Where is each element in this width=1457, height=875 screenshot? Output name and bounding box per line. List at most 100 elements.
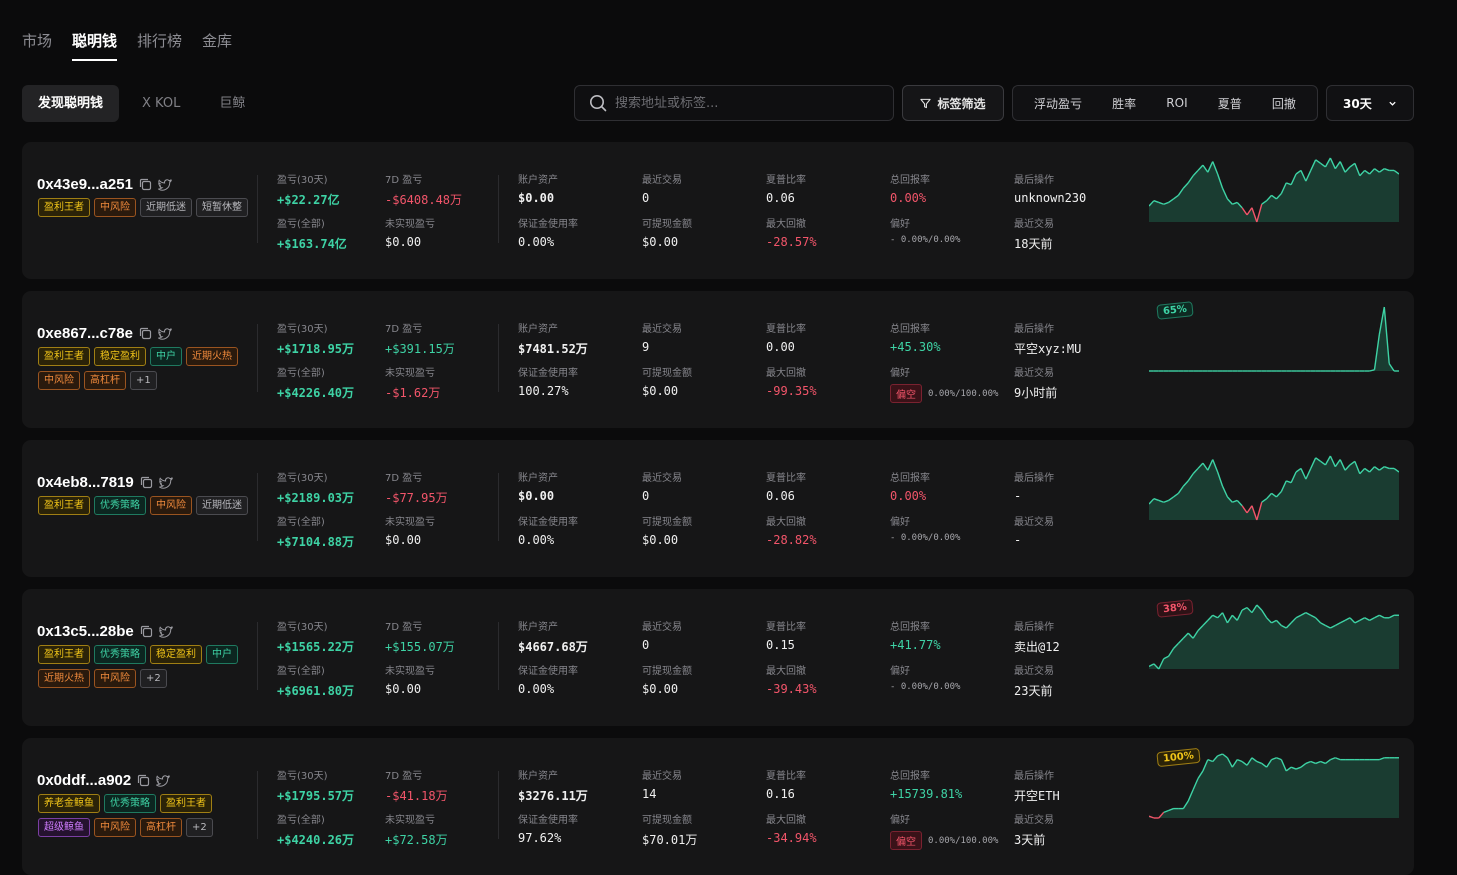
stat-label: 总回报率 — [890, 622, 930, 633]
sort-option-0[interactable]: 浮动盈亏 — [1034, 95, 1082, 112]
stat-recent_trades: 最近交易 9 — [642, 320, 682, 354]
tag-badge: 盈利王者 — [160, 794, 212, 813]
stat-margin: 保证金使用率 0.00% — [518, 513, 578, 547]
twitter-icon[interactable] — [156, 774, 171, 787]
stat-value: +$163.74亿 — [277, 237, 347, 251]
tab-0[interactable]: 市场 — [22, 30, 52, 61]
stat-label: 最近交易 — [642, 324, 682, 335]
search-input[interactable] — [615, 95, 875, 111]
chart-area — [1149, 158, 1399, 222]
chart-svg — [1148, 157, 1400, 223]
subtab-2[interactable]: 巨鲸 — [203, 85, 261, 122]
tab-2[interactable]: 排行榜 — [137, 30, 182, 61]
tag-badge: 养老金鲸鱼 — [38, 794, 100, 813]
twitter-icon[interactable] — [158, 476, 173, 489]
stat-sharpe: 夏普比率 0.06 — [766, 171, 806, 205]
stat-label: 最近交易 — [1014, 815, 1054, 826]
stat-value: +15739.81% — [890, 787, 963, 801]
stat-last_op: 最后操作 - — [1014, 469, 1054, 503]
subtab-0[interactable]: 发现聪明钱 — [22, 85, 120, 122]
stat-value: 0.00% — [890, 191, 927, 205]
copy-icon[interactable] — [140, 625, 153, 638]
stat-label: 最近交易 — [642, 175, 682, 186]
wallet-address[interactable]: 0x0ddf...a902 — [37, 772, 131, 789]
stat-last_op: 最后操作 unknown230 — [1014, 171, 1086, 205]
stat-value: $7481.52万 — [518, 342, 588, 356]
stat-label: 可提现金额 — [642, 517, 692, 528]
stat-value: 9 — [642, 340, 650, 354]
stat-label: 最后操作 — [1014, 622, 1054, 633]
stat-pref: 偏好 偏空 0.00%/100.00% — [890, 364, 998, 403]
subtab-1[interactable]: X KOL — [126, 85, 196, 122]
sort-option-2[interactable]: ROI — [1166, 96, 1187, 110]
stat-pnlall: 盈亏(全部) +$4226.40万 — [277, 364, 354, 401]
wallet-address[interactable]: 0xe867...c78e — [37, 325, 133, 342]
stat-value: $0.00 — [642, 682, 679, 696]
stat-value: 0 — [642, 489, 650, 503]
sort-option-1[interactable]: 胜率 — [1112, 95, 1136, 112]
copy-icon[interactable] — [140, 476, 153, 489]
preference: - 0.00%/0.00% — [890, 533, 960, 543]
stat-last_trade: 最近交易 23天前 — [1014, 662, 1054, 699]
tab-3[interactable]: 金库 — [202, 30, 232, 61]
pnl-chart: 100% — [1148, 746, 1399, 868]
stat-value: 0.06 — [766, 191, 795, 205]
wallet-address[interactable]: 0x4eb8...7819 — [37, 474, 134, 491]
copy-icon[interactable] — [139, 178, 152, 191]
stat-label: 最近交易 — [642, 622, 682, 633]
stat-label: 夏普比率 — [766, 324, 806, 335]
stat-pnl30: 盈亏(30天) +$1565.22万 — [277, 618, 354, 655]
tag-filter-button[interactable]: 标签筛选 — [902, 85, 1004, 121]
wallet-card[interactable]: 0x0ddf...a902 养老金鲸鱼 优秀策略 盈利王者 超级鲸鱼 中风险 高杠杆 +2 盈亏… — [22, 738, 1414, 875]
tag-badge: 近期火热 — [38, 669, 90, 688]
stat-value: $0.00 — [642, 384, 679, 398]
stat-withdraw: 可提现金额 $70.01万 — [642, 811, 697, 848]
tag-badge: 高杠杆 — [140, 818, 182, 837]
stat-margin: 保证金使用率 0.00% — [518, 662, 578, 696]
stat-value: +$4240.26万 — [277, 833, 355, 847]
copy-icon[interactable] — [139, 327, 152, 340]
stat-label: 可提现金额 — [642, 368, 692, 379]
stat-value: 0.00 — [766, 340, 795, 354]
sort-option-4[interactable]: 回撤 — [1272, 95, 1296, 112]
wallet-address[interactable]: 0x13c5...28be — [37, 623, 134, 640]
sort-option-3[interactable]: 夏普 — [1218, 95, 1242, 112]
preference-value: - 0.00%/0.00% — [890, 235, 961, 245]
wallet-card[interactable]: 0x4eb8...7819 盈利王者 优秀策略 中风险 近期低迷 盈亏(30天) +$218… — [22, 440, 1414, 577]
wallet-card[interactable]: 0x13c5...28be 盈利王者 优秀策略 稳定盈利 中户 近期火热 中风险 +2 盈亏(3… — [22, 589, 1414, 726]
stat-label: 7D 盈亏 — [385, 622, 423, 633]
stat-label: 最大回撤 — [766, 368, 806, 379]
tag-list: 盈利王者 优秀策略 中风险 近期低迷 — [38, 496, 248, 515]
wallet-address[interactable]: 0x43e9...a251 — [37, 176, 133, 193]
top-nav: 市场 聪明钱 排行榜 金库 — [22, 30, 232, 61]
preference: - 0.00%/0.00% — [890, 235, 960, 245]
tag-badge: 盈利王者 — [38, 496, 90, 515]
stat-value: $4667.68万 — [518, 640, 588, 654]
wallet-card[interactable]: 0x43e9...a251 盈利王者 中风险 近期低迷 短暂休整 盈亏(30天) +$22.… — [22, 142, 1414, 279]
chart-svg — [1148, 604, 1399, 670]
period-select[interactable]: 30天 — [1326, 85, 1414, 121]
stat-value: -99.35% — [766, 384, 817, 398]
stat-value: 100.27% — [518, 384, 569, 398]
chart-svg — [1148, 455, 1400, 521]
stat-value: 卖出@12 — [1014, 640, 1060, 654]
twitter-icon[interactable] — [158, 625, 173, 638]
stat-pnl30: 盈亏(30天) +$1795.57万 — [277, 767, 354, 804]
stat-label: 最近交易 — [642, 473, 682, 484]
twitter-icon[interactable] — [157, 327, 172, 340]
twitter-icon[interactable] — [157, 178, 172, 191]
tag-badge: 盈利王者 — [38, 198, 90, 217]
stat-last_op: 最后操作 开空ETH — [1014, 767, 1060, 804]
stat-value: 14 — [642, 787, 657, 801]
tab-1[interactable]: 聪明钱 — [72, 30, 118, 61]
tag-badge: 中风险 — [94, 818, 136, 837]
search-box[interactable] — [574, 85, 894, 121]
address-row: 0x43e9...a251 — [37, 176, 172, 193]
stat-value: 0.00% — [890, 489, 927, 503]
stat-pnlall: 盈亏(全部) +$163.74亿 — [277, 215, 347, 252]
stat-value: unknown230 — [1014, 191, 1087, 205]
wallet-card[interactable]: 0xe867...c78e 盈利王者 稳定盈利 中户 近期火热 中风险 高杠杆 +1 盈亏(30… — [22, 291, 1414, 428]
stat-value: -34.94% — [766, 831, 817, 845]
search-icon — [590, 95, 607, 112]
copy-icon[interactable] — [137, 774, 150, 787]
